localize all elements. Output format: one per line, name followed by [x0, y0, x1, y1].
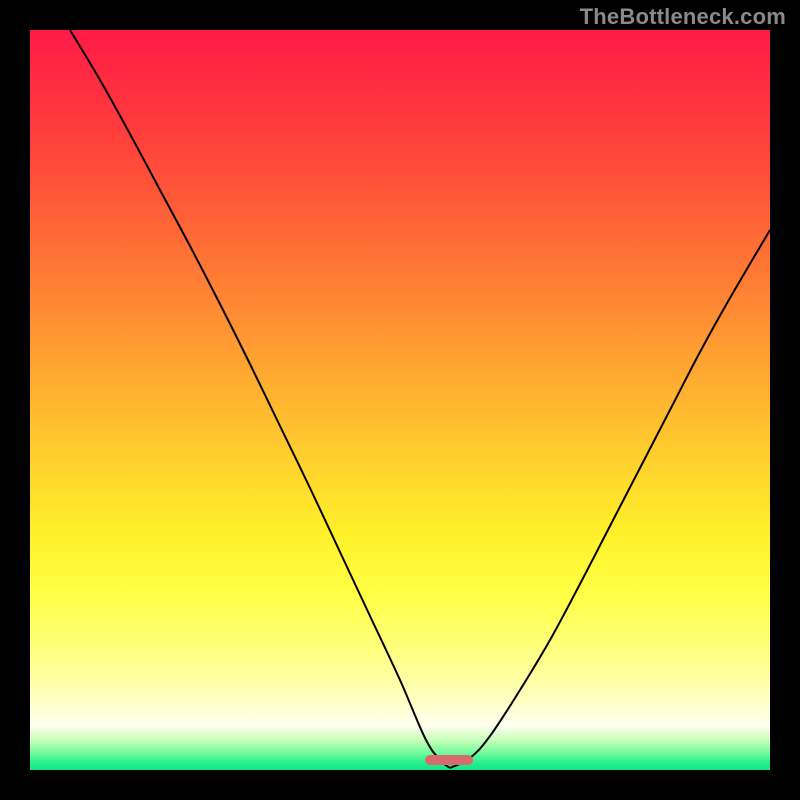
watermark-text: TheBottleneck.com — [580, 4, 786, 30]
curve-svg — [30, 30, 770, 770]
plot-frame — [30, 30, 770, 770]
minimum-marker — [425, 755, 473, 765]
curve-left-arm — [70, 30, 450, 768]
curve-right-arm — [450, 230, 770, 768]
